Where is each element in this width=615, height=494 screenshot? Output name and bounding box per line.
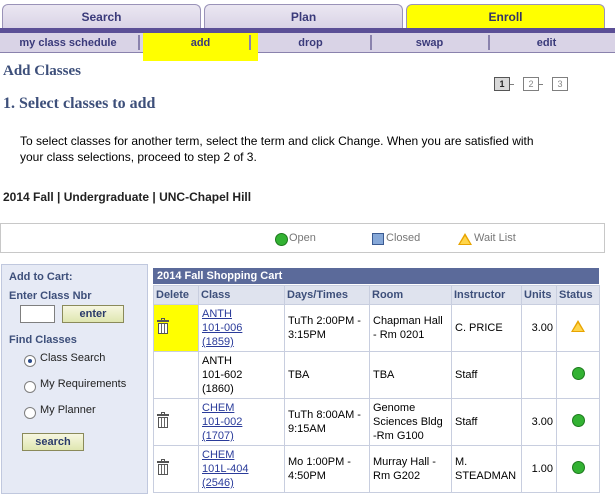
instructions-text: To select classes for another term, sele… bbox=[20, 134, 534, 164]
legend-open-label: Open bbox=[289, 232, 316, 244]
trash-icon[interactable] bbox=[157, 458, 169, 475]
waitlist-status-icon bbox=[571, 320, 585, 332]
instructor-cell: Staff bbox=[451, 351, 522, 399]
class-link[interactable]: ANTH 101-006 (1859) bbox=[202, 308, 242, 348]
term-info: 2014 Fall | Undergraduate | UNC-Chapel H… bbox=[3, 190, 252, 204]
room-cell: TBA bbox=[369, 351, 452, 399]
trash-icon[interactable] bbox=[157, 317, 169, 334]
class-search-radio[interactable] bbox=[24, 355, 36, 367]
table-row: CHEM 101L-404 (2546) Mo 1:00PM - 4:50PM Mu… bbox=[153, 445, 600, 493]
open-status-icon bbox=[571, 366, 585, 380]
days-times-cell: Mo 1:00PM - 4:50PM bbox=[284, 445, 370, 493]
class-search-label: Class Search bbox=[40, 352, 106, 364]
instructor-cell: Staff bbox=[451, 398, 522, 446]
delete-cell[interactable] bbox=[153, 304, 199, 352]
table-row: ANTH 101-602 (1860) TBA TBA Staff bbox=[153, 351, 600, 399]
units-cell bbox=[521, 351, 557, 399]
tab-search[interactable]: Search bbox=[2, 4, 201, 28]
status-cell bbox=[556, 445, 600, 493]
instructor-cell: M. STEADMAN bbox=[451, 445, 522, 493]
col-header-days-times: Days/Times bbox=[284, 285, 370, 305]
step-1: 1 bbox=[494, 77, 510, 91]
table-row: ANTH 101-006 (1859) TuTh 2:00PM - 3:15PM C… bbox=[153, 304, 600, 352]
room-cell: Chapman Hall - Rm 0201 bbox=[369, 304, 452, 352]
trash-icon[interactable] bbox=[157, 411, 169, 428]
class-cell: ANTH 101-602 (1860) bbox=[198, 351, 285, 399]
status-cell bbox=[556, 304, 600, 352]
shopping-cart-table: Delete Class Days/Times Room Instructor … bbox=[153, 285, 600, 493]
shopping-cart-title: 2014 Fall Shopping Cart bbox=[153, 268, 599, 284]
status-cell bbox=[556, 351, 600, 399]
class-text: ANTH 101-602 (1860) bbox=[202, 355, 243, 395]
add-to-cart-heading: Add to Cart: bbox=[9, 271, 73, 283]
subtab-drop[interactable]: drop bbox=[252, 33, 369, 53]
legend-waitlist-label: Wait List bbox=[474, 232, 516, 244]
instructor-cell: C. PRICE bbox=[451, 304, 522, 352]
delete-cell bbox=[153, 351, 199, 399]
enter-class-nbr-label: Enter Class Nbr bbox=[9, 290, 92, 302]
status-cell bbox=[556, 398, 600, 446]
col-header-units: Units bbox=[521, 285, 557, 305]
delete-cell[interactable] bbox=[153, 445, 199, 493]
room-cell: Genome Sciences Bldg -Rm G100 bbox=[369, 398, 452, 446]
step-connector bbox=[539, 84, 543, 85]
days-times-cell: TBA bbox=[284, 351, 370, 399]
page-title: Add Classes bbox=[3, 63, 81, 79]
legend-closed-label: Closed bbox=[386, 232, 421, 244]
closed-status-icon bbox=[372, 233, 384, 245]
col-header-status: Status bbox=[556, 285, 600, 305]
waitlist-icon-fill bbox=[460, 236, 470, 244]
find-classes-label: Find Classes bbox=[9, 334, 77, 346]
open-status-icon bbox=[571, 460, 585, 474]
days-times-cell: TuTh 2:00PM - 3:15PM bbox=[284, 304, 370, 352]
tab-enroll[interactable]: Enroll bbox=[406, 4, 605, 28]
tab-plan[interactable]: Plan bbox=[204, 4, 403, 28]
col-header-instructor: Instructor bbox=[451, 285, 522, 305]
class-link[interactable]: CHEM 101L-404 (2546) bbox=[202, 449, 249, 489]
subtab-add[interactable]: add bbox=[143, 33, 258, 61]
col-header-delete: Delete bbox=[153, 285, 199, 305]
my-requirements-radio[interactable] bbox=[24, 381, 36, 393]
step-2: 2 bbox=[523, 77, 539, 91]
table-row: CHEM 101-002 (1707) TuTh 8:00AM - 9:15AM G… bbox=[153, 398, 600, 446]
class-cell[interactable]: CHEM 101-002 (1707) bbox=[198, 398, 285, 446]
my-requirements-label: My Requirements bbox=[40, 378, 127, 390]
units-cell: 3.00 bbox=[521, 304, 557, 352]
step-3: 3 bbox=[552, 77, 568, 91]
units-cell: 1.00 bbox=[521, 445, 557, 493]
search-button[interactable]: search bbox=[22, 433, 84, 451]
delete-cell[interactable] bbox=[153, 398, 199, 446]
my-planner-label: My Planner bbox=[40, 404, 96, 416]
step-heading: 1. Select classes to add bbox=[3, 95, 156, 112]
enter-button[interactable]: enter bbox=[62, 305, 124, 323]
col-header-class: Class bbox=[198, 285, 285, 305]
subtab-separator bbox=[249, 35, 251, 50]
units-cell: 3.00 bbox=[521, 398, 557, 446]
subtab-my-class-schedule[interactable]: my class schedule bbox=[2, 33, 134, 53]
table-header-row: Delete Class Days/Times Room Instructor … bbox=[153, 285, 600, 305]
subtab-separator bbox=[138, 35, 140, 50]
open-status-icon bbox=[275, 233, 288, 246]
open-status-icon bbox=[571, 413, 585, 427]
col-header-room: Room bbox=[369, 285, 452, 305]
class-nbr-input[interactable] bbox=[20, 305, 55, 323]
step-connector bbox=[510, 84, 514, 85]
room-cell: Murray Hall - Rm G202 bbox=[369, 445, 452, 493]
days-times-cell: TuTh 8:00AM - 9:15AM bbox=[284, 398, 370, 446]
class-cell[interactable]: ANTH 101-006 (1859) bbox=[198, 304, 285, 352]
subtab-edit[interactable]: edit bbox=[490, 33, 603, 53]
class-link[interactable]: CHEM 101-002 (1707) bbox=[202, 402, 242, 442]
my-planner-radio[interactable] bbox=[24, 407, 36, 419]
class-cell[interactable]: CHEM 101L-404 (2546) bbox=[198, 445, 285, 493]
subtab-swap[interactable]: swap bbox=[372, 33, 487, 53]
